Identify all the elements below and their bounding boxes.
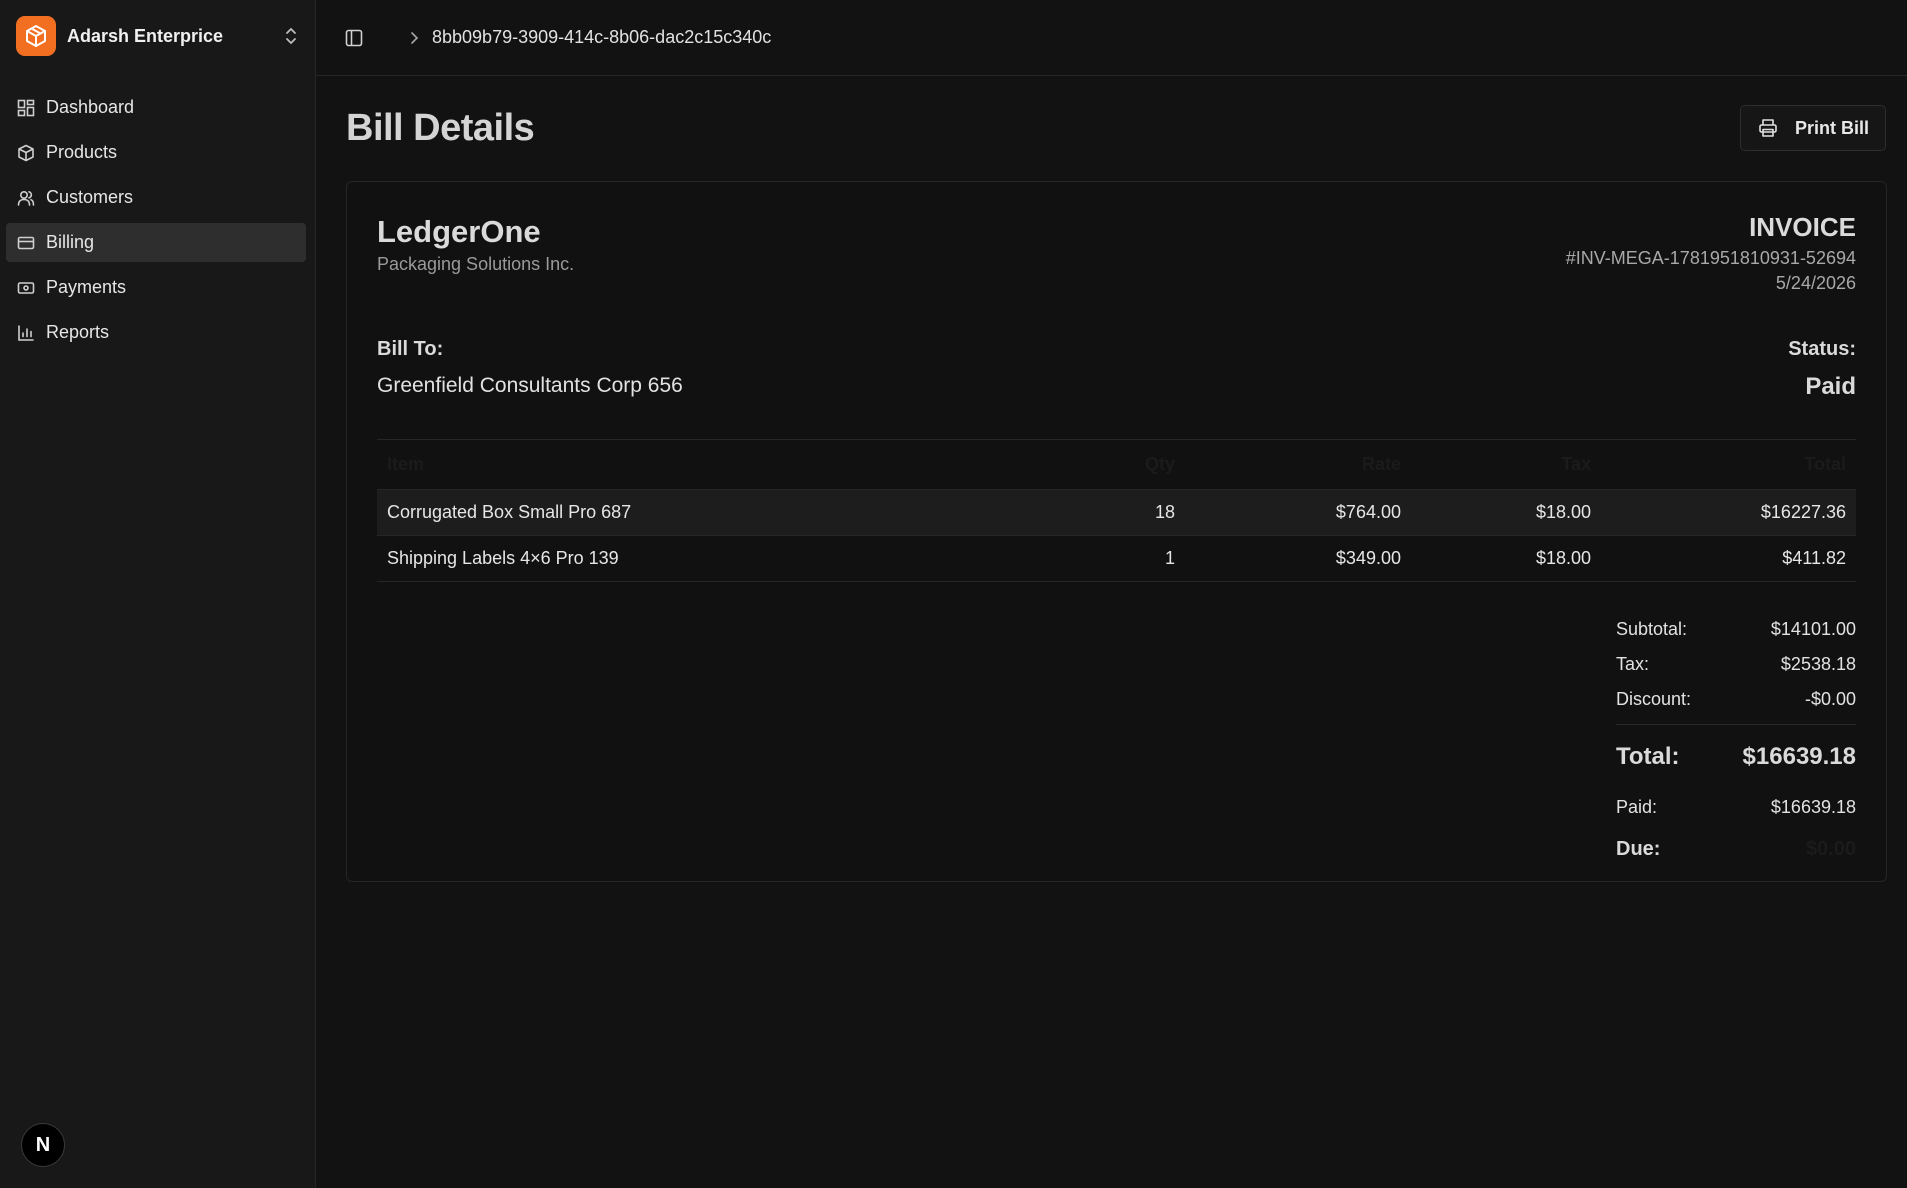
org-name: Adarsh Enterprice — [67, 25, 224, 46]
status-label: Status: — [1788, 338, 1856, 360]
due-row: Due: $0.00 — [1616, 825, 1856, 873]
column-header-qty: Qty — [1144, 454, 1175, 474]
sidebar-item-billing[interactable]: Billing — [6, 223, 306, 262]
sidebar-item-label: Products — [46, 142, 118, 162]
tax-row: Tax: $2538.18 — [1616, 647, 1856, 682]
column-header-rate: Rate — [1361, 454, 1401, 474]
users-icon — [16, 188, 36, 208]
cell-item: Corrugated Box Small Pro 687 — [377, 489, 1097, 536]
dev-tools-badge[interactable]: N — [21, 1123, 65, 1167]
invoice-title: INVOICE — [1749, 212, 1856, 242]
cell-qty: 18 — [1097, 489, 1185, 536]
subtotal-label: Subtotal: — [1616, 619, 1688, 639]
page-title: Bill Details — [346, 106, 535, 149]
sidebar-item-reports[interactable]: Reports — [6, 313, 306, 352]
app: Adarsh Enterprice Dashboard Products Cus… — [0, 0, 1907, 1188]
sidebar-item-label: Payments — [46, 277, 127, 297]
table-header-row: Item Qty Rate Tax Total — [377, 440, 1856, 490]
sidebar-item-dashboard[interactable]: Dashboard — [6, 88, 306, 127]
sidebar-toggle-icon[interactable] — [338, 22, 370, 54]
column-header-item: Item — [387, 454, 425, 474]
paid-row: Paid: $16639.18 — [1616, 790, 1856, 825]
print-bill-button[interactable]: Print Bill — [1739, 105, 1886, 151]
sidebar-item-label: Billing — [46, 232, 95, 252]
bill-to-label: Bill To: — [377, 338, 444, 360]
bill-to-name: Greenfield Consultants Corp 656 — [377, 374, 683, 397]
sidebar-item-label: Reports — [46, 322, 110, 342]
tax-label: Tax: — [1616, 654, 1650, 674]
column-header-total: Total — [1804, 454, 1846, 474]
table-row: Shipping Labels 4×6 Pro 139 1 $349.00 $1… — [377, 535, 1856, 582]
bar-chart-icon — [16, 323, 36, 343]
invoice-date: 5/24/2026 — [1775, 273, 1856, 293]
sidebar: Adarsh Enterprice Dashboard Products Cus… — [0, 0, 316, 1188]
chevron-right-icon — [406, 30, 422, 46]
sidebar-item-customers[interactable]: Customers — [6, 178, 306, 217]
cell-total: $16227.36 — [1601, 489, 1856, 536]
subtotal-row: Subtotal: $14101.00 — [1616, 612, 1856, 647]
discount-value: -$0.00 — [1804, 689, 1856, 709]
sidebar-item-payments[interactable]: Payments — [6, 268, 306, 307]
sidebar-item-label: Dashboard — [46, 97, 135, 117]
company-subtitle: Packaging Solutions Inc. — [377, 254, 575, 274]
cell-item: Shipping Labels 4×6 Pro 139 — [377, 535, 1097, 582]
dashboard-icon — [16, 98, 36, 118]
cell-tax: $18.00 — [1411, 535, 1601, 582]
sidebar-item-label: Customers — [46, 187, 134, 207]
org-switcher[interactable]: Adarsh Enterprice — [0, 0, 315, 72]
box-icon — [16, 143, 36, 163]
cell-tax: $18.00 — [1411, 489, 1601, 536]
discount-label: Discount: — [1616, 689, 1692, 709]
invoice-header: LedgerOne Packaging Solutions Inc. INVOI… — [377, 212, 1856, 294]
totals-summary: Subtotal: $14101.00 Tax: $2538.18 Discou… — [1616, 612, 1856, 873]
invoice-number: #INV-MEGA-1781951810931-52694 — [1565, 248, 1856, 268]
sidebar-item-products[interactable]: Products — [6, 133, 306, 172]
column-header-tax: Tax — [1561, 454, 1591, 474]
due-value: $0.00 — [1805, 837, 1856, 860]
paid-label: Paid: — [1616, 797, 1658, 817]
total-value: $16639.18 — [1742, 742, 1856, 770]
subtotal-value: $14101.00 — [1770, 619, 1856, 639]
banknote-icon — [16, 278, 36, 298]
table-row: Corrugated Box Small Pro 687 18 $764.00 … — [377, 489, 1856, 536]
card-icon — [16, 233, 36, 253]
bill-info: Bill To: Greenfield Consultants Corp 656… — [377, 338, 1856, 401]
paid-value: $16639.18 — [1770, 797, 1856, 817]
page-header: Bill Details Print Bill — [316, 105, 1907, 151]
printer-icon — [1757, 117, 1779, 139]
print-bill-label: Print Bill — [1794, 117, 1869, 138]
tax-value: $2538.18 — [1780, 654, 1856, 674]
breadcrumb-current[interactable]: 8bb09b79-3909-414c-8b06-dac2c15c340c — [432, 27, 771, 48]
discount-row: Discount: -$0.00 — [1616, 682, 1856, 717]
main-content: 8bb09b79-3909-414c-8b06-dac2c15c340c Bil… — [316, 0, 1907, 1188]
chevrons-up-down-icon[interactable] — [281, 26, 301, 46]
cell-total: $411.82 — [1601, 535, 1856, 582]
topbar: 8bb09b79-3909-414c-8b06-dac2c15c340c — [316, 0, 1907, 76]
invoice-card: LedgerOne Packaging Solutions Inc. INVOI… — [346, 181, 1887, 882]
total-label: Total: — [1616, 742, 1680, 770]
org-logo-icon — [16, 16, 56, 56]
sidebar-nav: Dashboard Products Customers Billing Pay… — [0, 88, 315, 352]
line-items-table: Item Qty Rate Tax Total Corrugated Box S… — [377, 439, 1856, 582]
cell-rate: $349.00 — [1185, 535, 1411, 582]
due-label: Due: — [1616, 837, 1661, 860]
company-name: LedgerOne — [377, 214, 541, 249]
total-row: Total: $16639.18 — [1616, 724, 1856, 788]
cell-qty: 1 — [1097, 535, 1185, 582]
status-badge: Paid — [1805, 373, 1856, 400]
cell-rate: $764.00 — [1185, 489, 1411, 536]
